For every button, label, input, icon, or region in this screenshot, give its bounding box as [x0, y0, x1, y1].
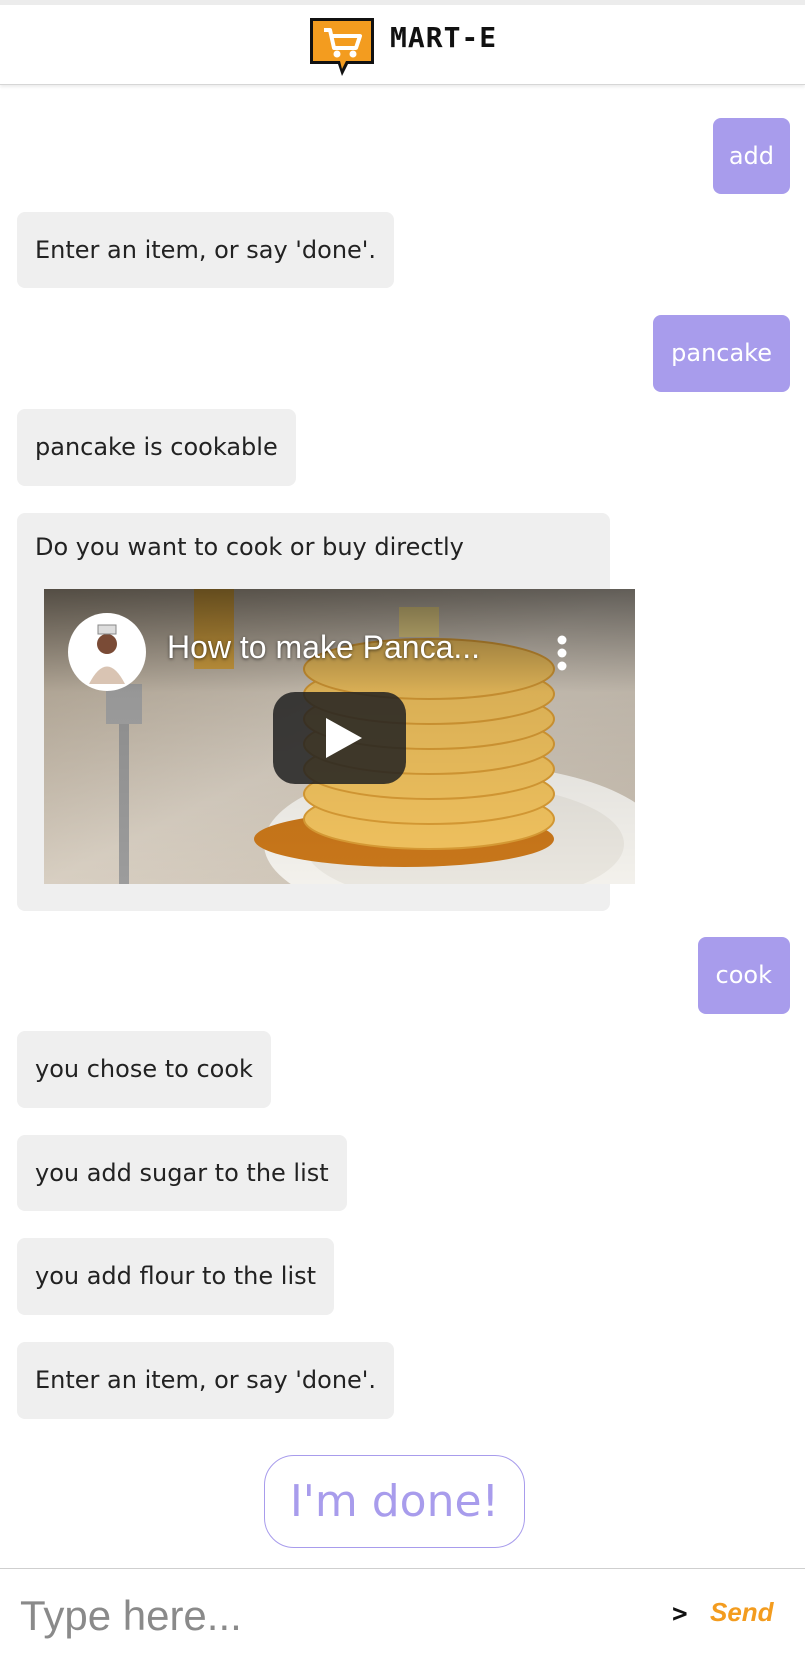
- chat-log[interactable]: add Enter an item, or say 'done'. pancak…: [0, 84, 805, 1568]
- message-text: add: [728, 142, 774, 170]
- app-header: MART-E: [0, 0, 805, 85]
- more-vertical-icon[interactable]: [557, 635, 567, 671]
- app-title: MART-E: [390, 21, 498, 54]
- message-text: Do you want to cook or buy directly: [35, 533, 464, 561]
- message-text: you add flour to the list: [35, 1262, 317, 1290]
- message-text: Enter an item, or say 'done'.: [35, 1366, 377, 1394]
- video-title[interactable]: How to make Panca...: [167, 629, 480, 666]
- shopping-cart-icon: [310, 18, 374, 76]
- message-text: pancake is cookable: [35, 433, 278, 461]
- message-text: cook: [715, 961, 772, 989]
- chat-bubble-user: pancake: [653, 315, 790, 392]
- message-text: you add sugar to the list: [35, 1159, 329, 1187]
- chat-bubble-user: add: [712, 118, 790, 194]
- message-text: you chose to cook: [35, 1055, 253, 1083]
- message-text: Enter an item, or say 'done'.: [35, 236, 377, 264]
- chat-bubble-bot: Enter an item, or say 'done'.: [17, 212, 395, 288]
- status-strip: [0, 0, 805, 5]
- chat-bubble-bot: you add sugar to the list: [17, 1135, 347, 1211]
- done-button[interactable]: I'm done!: [264, 1455, 525, 1548]
- chat-bubble-bot: Enter an item, or say 'done'.: [17, 1342, 395, 1419]
- chat-bubble-bot: you add flour to the list: [17, 1238, 335, 1315]
- chat-bubble-bot: pancake is cookable: [17, 409, 296, 486]
- chevron-right-icon: >: [672, 1599, 688, 1629]
- chat-bubble-bot: you chose to cook: [17, 1031, 271, 1108]
- send-button[interactable]: Send: [710, 1597, 774, 1628]
- message-text: pancake: [671, 339, 772, 367]
- chef-avatar-icon[interactable]: [68, 613, 146, 691]
- message-input[interactable]: [18, 1587, 642, 1645]
- video-embed[interactable]: How to make Panca...: [44, 589, 635, 884]
- play-icon[interactable]: [273, 692, 406, 784]
- chat-bubble-user: cook: [697, 937, 790, 1014]
- message-composer: > Send: [0, 1568, 805, 1661]
